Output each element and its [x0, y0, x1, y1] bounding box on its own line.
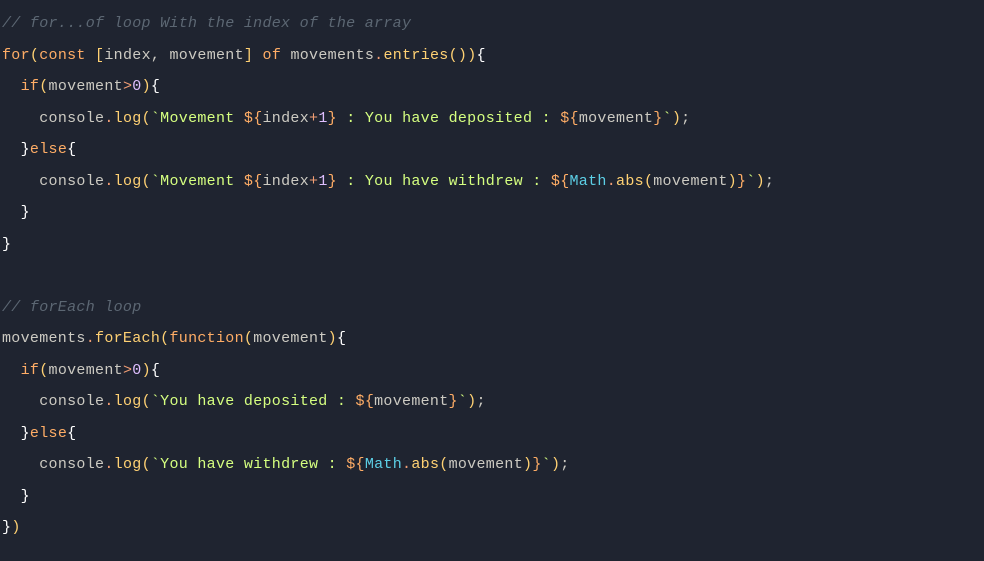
method-log: log: [114, 393, 142, 410]
template-string: `: [458, 393, 467, 410]
method-log: log: [114, 456, 142, 473]
comment-text: // forEach loop: [2, 299, 142, 316]
code-line: }): [2, 512, 984, 544]
number-literal: 0: [132, 78, 141, 95]
code-line: movements.forEach(function(movement){: [2, 323, 984, 355]
code-editor[interactable]: // for...of loop With the index of the a…: [2, 8, 984, 544]
identifier: movement: [169, 47, 243, 64]
code-line: console.log(`You have deposited : ${move…: [2, 386, 984, 418]
parameter: movement: [253, 330, 327, 347]
number-literal: 0: [132, 362, 141, 379]
identifier: index: [263, 110, 310, 127]
identifier: movement: [49, 78, 123, 95]
keyword-const: const: [39, 47, 86, 64]
code-line: if(movement>0){: [2, 71, 984, 103]
code-line: }: [2, 197, 984, 229]
identifier: movement: [579, 110, 653, 127]
template-string: `Movement: [151, 173, 244, 190]
keyword-else: else: [30, 425, 67, 442]
code-line: }else{: [2, 134, 984, 166]
object-console: console: [39, 173, 104, 190]
method-log: log: [114, 110, 142, 127]
identifier: movement: [653, 173, 727, 190]
number-literal: 1: [318, 173, 327, 190]
keyword-else: else: [30, 141, 67, 158]
code-line: }: [2, 481, 984, 513]
method-abs: abs: [616, 173, 644, 190]
keyword-function: function: [169, 330, 243, 347]
template-string: `: [746, 173, 755, 190]
method-call: entries: [383, 47, 448, 64]
identifier: movement: [49, 362, 123, 379]
code-line: }else{: [2, 418, 984, 450]
code-line: if(movement>0){: [2, 355, 984, 387]
method-abs: abs: [411, 456, 439, 473]
identifier: index: [263, 173, 310, 190]
code-line: }: [2, 229, 984, 261]
code-line: // for...of loop With the index of the a…: [2, 8, 984, 40]
object-math: Math: [365, 456, 402, 473]
code-line: for(const [index, movement] of movements…: [2, 40, 984, 72]
object-console: console: [39, 393, 104, 410]
template-string: : You have deposited :: [337, 110, 560, 127]
keyword-of: of: [263, 47, 282, 64]
object-console: console: [39, 456, 104, 473]
identifier: index: [104, 47, 151, 64]
keyword-if: if: [21, 362, 40, 379]
code-line: console.log(`You have withdrew : ${Math.…: [2, 449, 984, 481]
template-string: `Movement: [151, 110, 244, 127]
template-string: `You have deposited :: [151, 393, 356, 410]
template-string: `: [663, 110, 672, 127]
identifier: movements: [2, 330, 86, 347]
method-forEach: forEach: [95, 330, 160, 347]
template-string: `You have withdrew :: [151, 456, 346, 473]
number-literal: 1: [318, 110, 327, 127]
identifier: movement: [449, 456, 523, 473]
code-line: // forEach loop: [2, 292, 984, 324]
object-console: console: [39, 110, 104, 127]
code-line: console.log(`Movement ${index+1} : You h…: [2, 166, 984, 198]
comment-text: // for...of loop With the index of the a…: [2, 15, 411, 32]
keyword-if: if: [21, 78, 40, 95]
code-line: console.log(`Movement ${index+1} : You h…: [2, 103, 984, 135]
identifier: movements: [290, 47, 374, 64]
method-log: log: [114, 173, 142, 190]
code-line: [2, 260, 984, 292]
template-string: : You have withdrew :: [337, 173, 551, 190]
identifier: movement: [374, 393, 448, 410]
object-math: Math: [570, 173, 607, 190]
template-string: `: [542, 456, 551, 473]
keyword-for: for: [2, 47, 30, 64]
